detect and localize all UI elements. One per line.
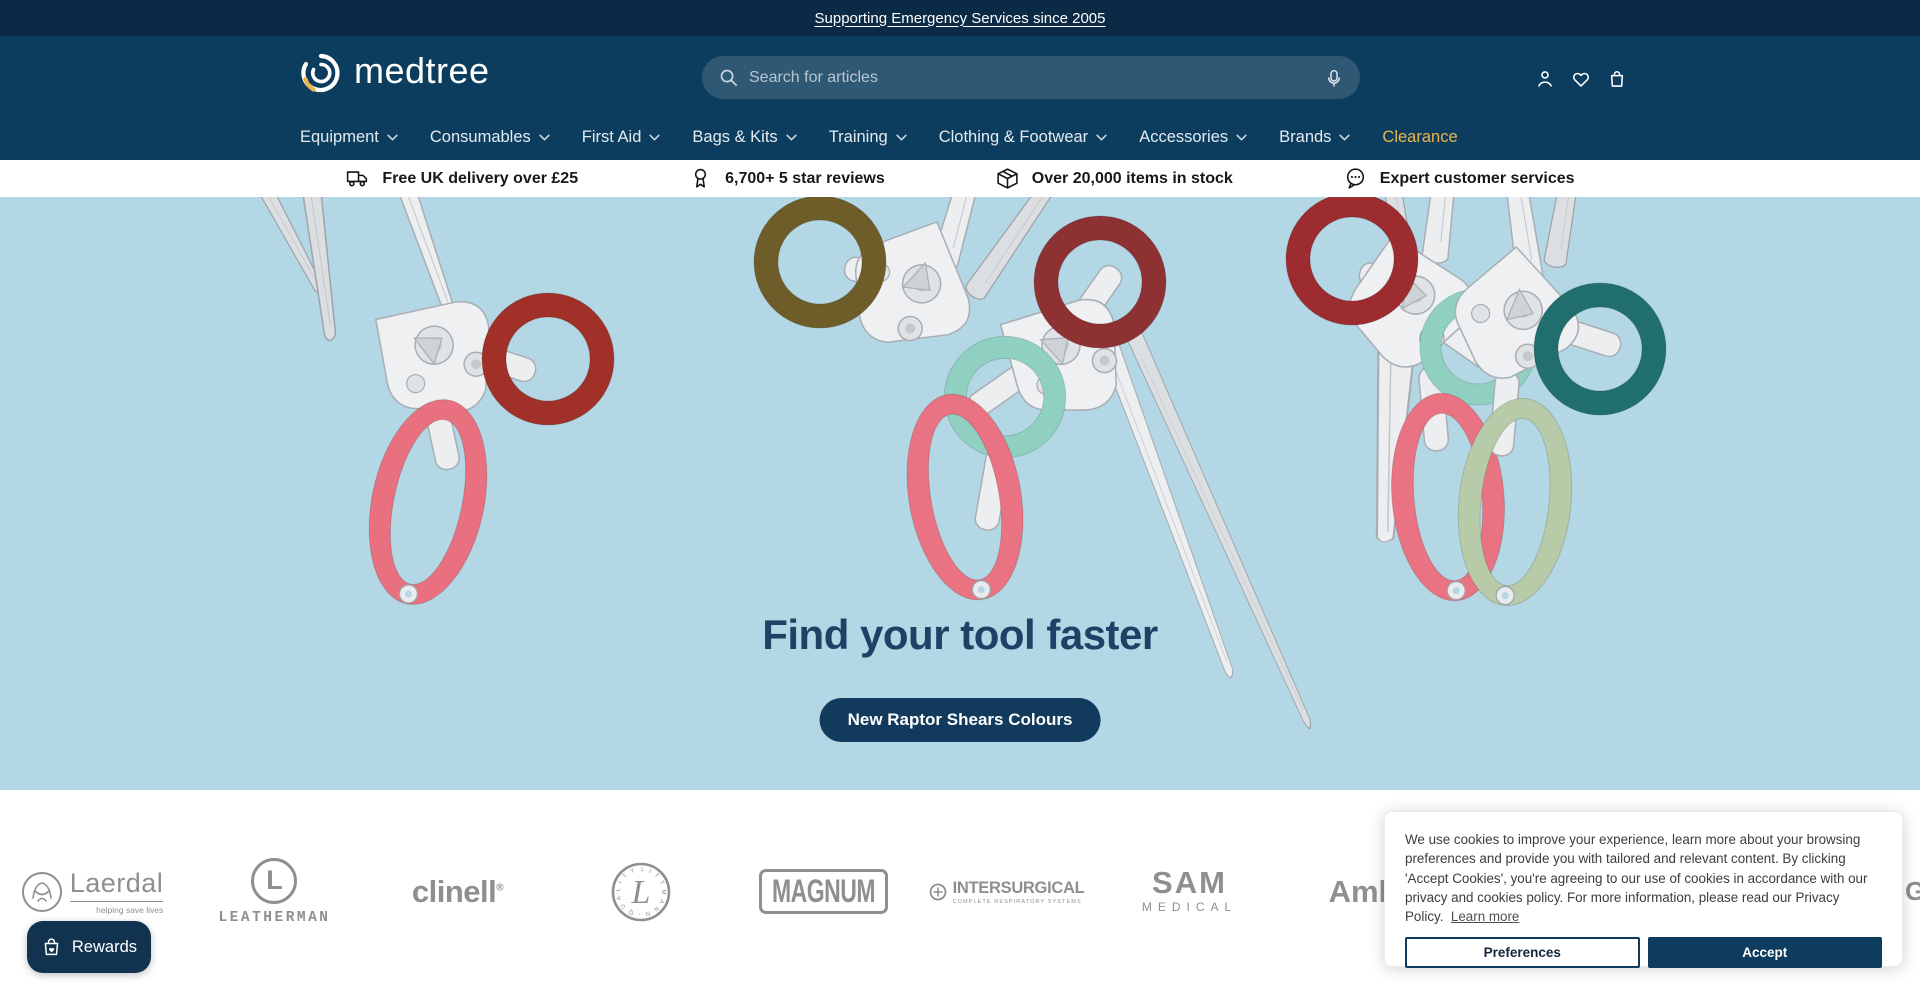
wishlist-heart-icon[interactable]: [1570, 68, 1592, 90]
brand-logo-intersurgical[interactable]: INTERSURGICAL COMPLETE RESPIRATORY SYSTE…: [915, 858, 1098, 926]
search-input[interactable]: [749, 69, 1324, 87]
chat-icon: [1343, 166, 1368, 191]
hero-heading: Find your tool faster: [0, 611, 1920, 659]
nav-label: Accessories: [1139, 128, 1228, 147]
brand-name: MAGNUM: [772, 873, 875, 911]
chevron-down-icon: [1339, 134, 1350, 141]
brand-logo-sam-medical[interactable]: SAM MEDICAL: [1098, 858, 1281, 926]
cookie-preferences-button[interactable]: Preferences: [1405, 937, 1640, 968]
brand-tagline: helping save lives: [96, 905, 163, 915]
laerdal-emblem-icon: [20, 870, 64, 914]
nav-accessories[interactable]: Accessories: [1139, 128, 1247, 147]
chevron-down-icon: [896, 134, 907, 141]
announcement-bar: Supporting Emergency Services since 2005: [0, 0, 1920, 36]
nav-label: Training: [829, 128, 888, 147]
benefit-text: 6,700+ 5 star reviews: [725, 170, 885, 188]
leatherman-monogram-icon: L: [251, 858, 297, 904]
search-bar[interactable]: [702, 56, 1360, 99]
benefit-reviews: 6,700+ 5 star reviews: [688, 166, 885, 191]
benefit-text: Free UK delivery over £25: [382, 170, 578, 188]
award-icon: [688, 166, 713, 191]
nav-label: First Aid: [582, 128, 642, 147]
box-icon: [995, 166, 1020, 191]
medtree-swirl-icon: [298, 50, 344, 96]
chevron-down-icon: [539, 134, 550, 141]
benefit-service: Expert customer services: [1343, 166, 1575, 191]
nav-brands[interactable]: Brands: [1279, 128, 1350, 147]
nav-label: Clearance: [1382, 128, 1457, 147]
microphone-icon[interactable]: [1324, 67, 1344, 89]
brand-wordmark: medtree: [354, 53, 490, 93]
chevron-down-icon: [1096, 134, 1107, 141]
account-icon[interactable]: [1534, 68, 1556, 90]
brand-logo-laerdal[interactable]: Laerdal helping save lives: [0, 858, 183, 926]
hero-banner: Find your tool faster New Raptor Shears …: [0, 197, 1920, 790]
main-navigation: Equipment Consumables First Aid Bags & K…: [300, 124, 1458, 150]
benefit-text: Expert customer services: [1380, 170, 1575, 188]
brand-name: SAM: [1152, 869, 1227, 897]
rewards-button[interactable]: Rewards: [27, 921, 151, 973]
nav-equipment[interactable]: Equipment: [300, 128, 398, 147]
nav-label: Consumables: [430, 128, 531, 147]
nav-label: Equipment: [300, 128, 379, 147]
nav-consumables[interactable]: Consumables: [430, 128, 550, 147]
rewards-bag-heart-icon: [41, 934, 62, 960]
site-header: medtree: [0, 36, 1920, 160]
brand-tagline: COMPLETE RESPIRATORY SYSTEMS: [953, 899, 1085, 905]
benefit-delivery: Free UK delivery over £25: [345, 166, 578, 191]
header-icons: [1534, 68, 1628, 90]
announcement-link[interactable]: Supporting Emergency Services since 2005: [815, 10, 1106, 27]
brand-name: LEATHERMAN: [218, 910, 330, 926]
nav-clearance[interactable]: Clearance: [1382, 128, 1457, 147]
registered-mark: ®: [496, 882, 503, 893]
raptor-shears-cta-button[interactable]: New Raptor Shears Colours: [820, 698, 1101, 742]
brand-logo-magnum[interactable]: MAGNUM: [732, 858, 915, 926]
brand-subname: MEDICAL: [1142, 900, 1237, 914]
chevron-down-icon: [387, 134, 398, 141]
nav-first-aid[interactable]: First Aid: [582, 128, 661, 147]
cookie-buttons: Preferences Accept: [1405, 937, 1882, 968]
medtree-homepage: Supporting Emergency Services since 2005…: [0, 0, 1920, 993]
nav-clothing-footwear[interactable]: Clothing & Footwear: [939, 128, 1108, 147]
brand-name: INTERSURGICAL: [953, 879, 1085, 898]
medtree-logo[interactable]: medtree: [298, 50, 490, 96]
truck-icon: [345, 166, 370, 191]
chevron-down-icon: [649, 134, 660, 141]
benefit-text: Over 20,000 items in stock: [1032, 170, 1233, 188]
nav-label: Bags & Kits: [692, 128, 777, 147]
brand-logo-leatherman[interactable]: L LEATHERMAN: [183, 858, 366, 926]
intersurgical-icon: [929, 883, 947, 901]
brand-name: GE: [1905, 876, 1920, 907]
brand-name: clinell: [412, 874, 496, 909]
cookie-message: We use cookies to improve your experienc…: [1405, 830, 1882, 926]
benefits-bar: Free UK delivery over £25 6,700+ 5 star …: [0, 160, 1920, 197]
littmann-L: L: [630, 874, 650, 911]
cookie-accept-button[interactable]: Accept: [1648, 937, 1883, 968]
nav-bags-kits[interactable]: Bags & Kits: [692, 128, 796, 147]
cart-bag-icon[interactable]: [1606, 68, 1628, 90]
cookie-learn-more-link[interactable]: Learn more: [1451, 909, 1519, 924]
chevron-down-icon: [786, 134, 797, 141]
nav-label: Clothing & Footwear: [939, 128, 1089, 147]
cookie-consent-dialog: We use cookies to improve your experienc…: [1384, 811, 1903, 967]
nav-label: Brands: [1279, 128, 1331, 147]
rewards-label: Rewards: [72, 938, 137, 957]
brand-logo-clinell[interactable]: clinell®: [366, 858, 549, 926]
chevron-down-icon: [1236, 134, 1247, 141]
search-icon: [718, 67, 739, 88]
littmann-monogram-icon: L I T T M A N N · Q U A L I T Y · L: [610, 861, 672, 923]
benefit-stock: Over 20,000 items in stock: [995, 166, 1233, 191]
brand-logo-littmann[interactable]: L I T T M A N N · Q U A L I T Y · L: [549, 858, 732, 926]
brand-name: Laerdal: [70, 868, 164, 902]
nav-training[interactable]: Training: [829, 128, 907, 147]
